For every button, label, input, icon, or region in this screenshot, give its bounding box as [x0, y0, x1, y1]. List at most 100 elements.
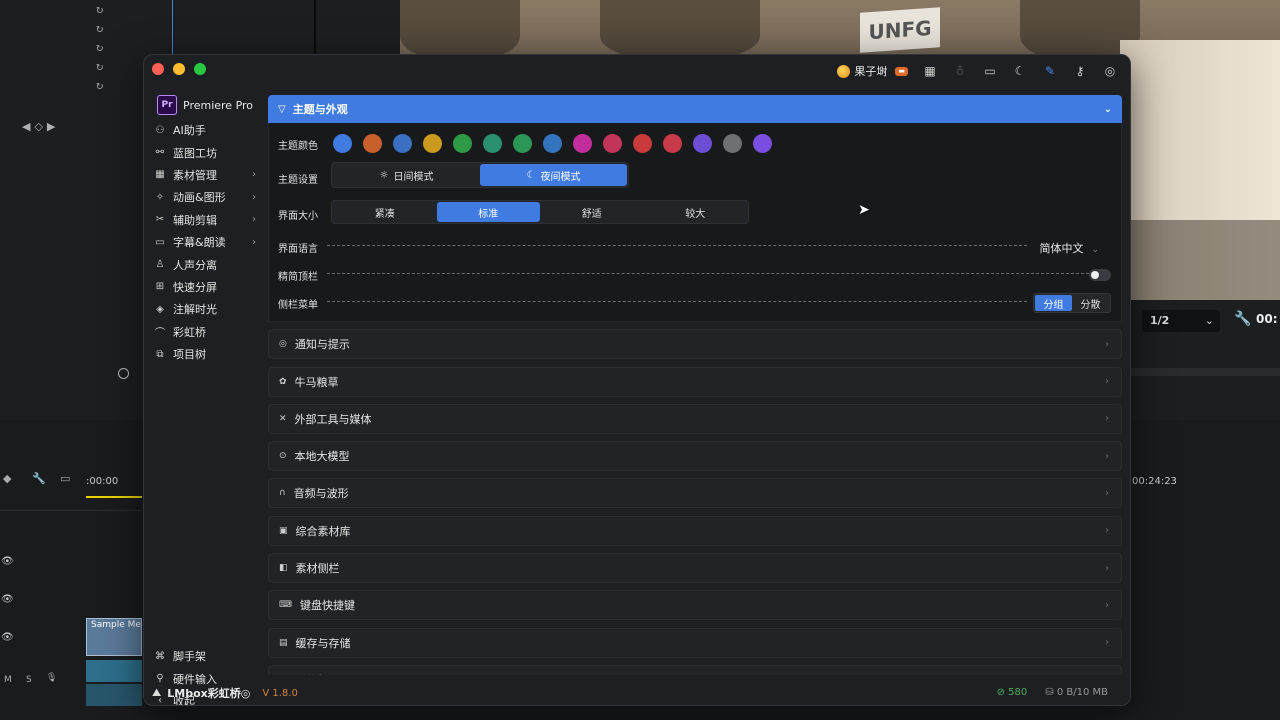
sidebar-item[interactable]: ▭ 字幕&朗读 › — [144, 231, 264, 253]
chat-icon[interactable]: ▭ — [982, 63, 998, 79]
settings-section-row[interactable]: ◎ 通知与提示 › — [268, 329, 1122, 360]
wrench-icon[interactable]: 🔧 — [1234, 311, 1251, 327]
chevron-right-icon: › — [252, 214, 256, 226]
segment-label: 分散 — [1080, 299, 1101, 311]
eye-icon[interactable]: 👁 — [1, 594, 14, 605]
chevron-right-icon: › — [1105, 562, 1109, 574]
moon-icon[interactable]: ☾ — [1012, 63, 1028, 79]
segment-option[interactable]: 舒适 — [540, 202, 644, 222]
headphones-icon: ∩ — [279, 488, 286, 499]
monitor-scrollbar[interactable] — [1130, 368, 1280, 376]
marker-icon[interactable]: ◆ — [3, 472, 11, 485]
sidebar-item-label: 脚手架 — [173, 650, 206, 664]
dotted-leader — [327, 245, 1027, 246]
color-swatch[interactable] — [393, 134, 412, 153]
vip-badge: ▬ — [895, 66, 908, 76]
ui-size-segment: 紧凑 标准 舒适 较大 — [331, 200, 749, 224]
color-swatch[interactable] — [693, 134, 712, 153]
sidebar-item[interactable]: ▦ 素材管理 › — [144, 164, 264, 186]
pin-icon[interactable]: ✎ — [1042, 63, 1058, 79]
color-swatch[interactable] — [603, 134, 622, 153]
settings-section-row[interactable]: ▢系统权限（macOS）› — [268, 664, 1122, 675]
sidebar-item[interactable]: ⌘ 脚手架 — [144, 645, 264, 667]
section-label: 本地大模型 — [294, 450, 350, 464]
color-swatch[interactable] — [453, 134, 472, 153]
work-area-bar[interactable] — [86, 496, 142, 498]
settings-icon[interactable]: ◎ — [1102, 63, 1118, 79]
shirt-icon: ▽ — [278, 103, 286, 115]
segment-option[interactable]: 标准 — [436, 202, 540, 222]
eye-icon[interactable]: 👁 — [1, 556, 14, 567]
section-label: 牛马粮草 — [294, 375, 339, 389]
color-swatch[interactable] — [513, 134, 532, 153]
chevron-down-icon: ⌄ — [1103, 103, 1112, 115]
sidebar-item[interactable]: ⧉ 项目树 — [144, 343, 264, 365]
color-swatch[interactable] — [333, 134, 352, 153]
audio-clip[interactable] — [86, 684, 142, 706]
color-swatch[interactable] — [663, 134, 682, 153]
chevron-right-icon: › — [252, 236, 256, 248]
mic-icon[interactable]: 🎙 — [46, 673, 57, 683]
settings-section-row[interactable]: ▤ 缓存与存储 › — [268, 627, 1122, 658]
sidebar-item[interactable]: ⚇ AI助手 — [144, 119, 264, 141]
store-icon[interactable]: ▦ — [922, 63, 938, 79]
solo-toggle[interactable]: S — [26, 675, 32, 685]
sidebar-item-label: 动画&图形 — [173, 191, 226, 205]
settings-section-row[interactable]: ✿ 牛马粮草 › — [268, 366, 1122, 397]
segment-option[interactable]: 分散 — [1072, 295, 1109, 311]
settings-section-row[interactable]: ▣ 综合素材库 › — [268, 515, 1122, 546]
color-swatch[interactable] — [723, 134, 742, 153]
eye-icon[interactable]: 👁 — [1, 632, 14, 643]
target-icon: ⊙ — [279, 451, 287, 462]
robot-icon: ⚇ — [155, 124, 165, 136]
settings-section-row[interactable]: ◧ 素材侧栏 › — [268, 553, 1122, 584]
sidebar-item[interactable]: ⊞ 快速分屏 — [144, 276, 264, 298]
dotted-leader — [327, 273, 1089, 274]
sidebar-item[interactable]: ⌒ 彩虹桥 — [144, 321, 264, 343]
segment-label: 舒适 — [581, 208, 602, 220]
settings-section-row[interactable]: ∩ 音频与波形 › — [268, 478, 1122, 509]
compact-topbar-toggle[interactable] — [1089, 269, 1111, 281]
color-swatches — [333, 134, 772, 153]
rainbow-icon: ⌒ — [155, 328, 165, 340]
language-select[interactable]: 简体中文 ⌄ — [1039, 240, 1099, 256]
color-swatch[interactable] — [573, 134, 592, 153]
key-icon[interactable]: ⚷ — [1072, 63, 1088, 79]
wrench-icon[interactable]: 🔧 — [32, 472, 46, 485]
sidebar-item[interactable]: ✧ 动画&图形 › — [144, 186, 264, 208]
sidebar-item[interactable]: ♙ 人声分离 — [144, 253, 264, 275]
close-window-button[interactable] — [152, 63, 164, 75]
settings-section-row[interactable]: ⊙ 本地大模型 › — [268, 441, 1122, 472]
sidebar-item[interactable]: ✂ 辅助剪辑 › — [144, 209, 264, 231]
window-controls — [152, 63, 206, 75]
chevron-right-icon: › — [252, 191, 256, 203]
color-swatch[interactable] — [633, 134, 652, 153]
segment-option[interactable]: 紧凑 — [333, 202, 437, 222]
resolution-select[interactable]: 1/2 ⌄ — [1142, 310, 1220, 332]
user-chip[interactable]: 果子埘 ▬ — [837, 63, 908, 79]
mute-toggle[interactable]: M — [4, 675, 12, 685]
color-swatch[interactable] — [753, 134, 772, 153]
settings-section-row[interactable]: ⌨ 键盘快捷键 › — [268, 590, 1122, 621]
color-swatch[interactable] — [483, 134, 502, 153]
sidebar-item[interactable]: ◈ 注解时光 — [144, 298, 264, 320]
segment-option[interactable]: ☾ 夜间模式 — [480, 164, 627, 186]
sidebar-item[interactable]: ⚯ 蓝图工坊 — [144, 141, 264, 163]
segment-option[interactable]: ☼ 日间模式 — [333, 164, 480, 186]
caption-track-icon[interactable]: ▭ — [60, 472, 70, 485]
segment-option[interactable]: 较大 — [644, 202, 748, 222]
color-swatch[interactable] — [543, 134, 562, 153]
maximize-window-button[interactable] — [194, 63, 206, 75]
color-swatch[interactable] — [363, 134, 382, 153]
theme-mode-segment: ☼ 日间模式 ☾ 夜间模式 — [331, 162, 629, 188]
theme-section-header[interactable]: ▽ 主题与外观 ⌄ — [268, 95, 1122, 123]
segment-option[interactable]: 分组 — [1035, 295, 1072, 311]
sidebar-item-label: 注解时光 — [173, 303, 217, 317]
audio-clip[interactable] — [86, 660, 142, 682]
timeline-clip[interactable]: Sample Media — [86, 618, 142, 656]
settings-section-row[interactable]: ✕ 外部工具与媒体 › — [268, 403, 1122, 434]
color-swatch[interactable] — [423, 134, 442, 153]
lightbulb-icon[interactable]: ♁ — [952, 63, 968, 79]
chevron-down-icon: ⌄ — [1204, 314, 1214, 327]
minimize-window-button[interactable] — [173, 63, 185, 75]
